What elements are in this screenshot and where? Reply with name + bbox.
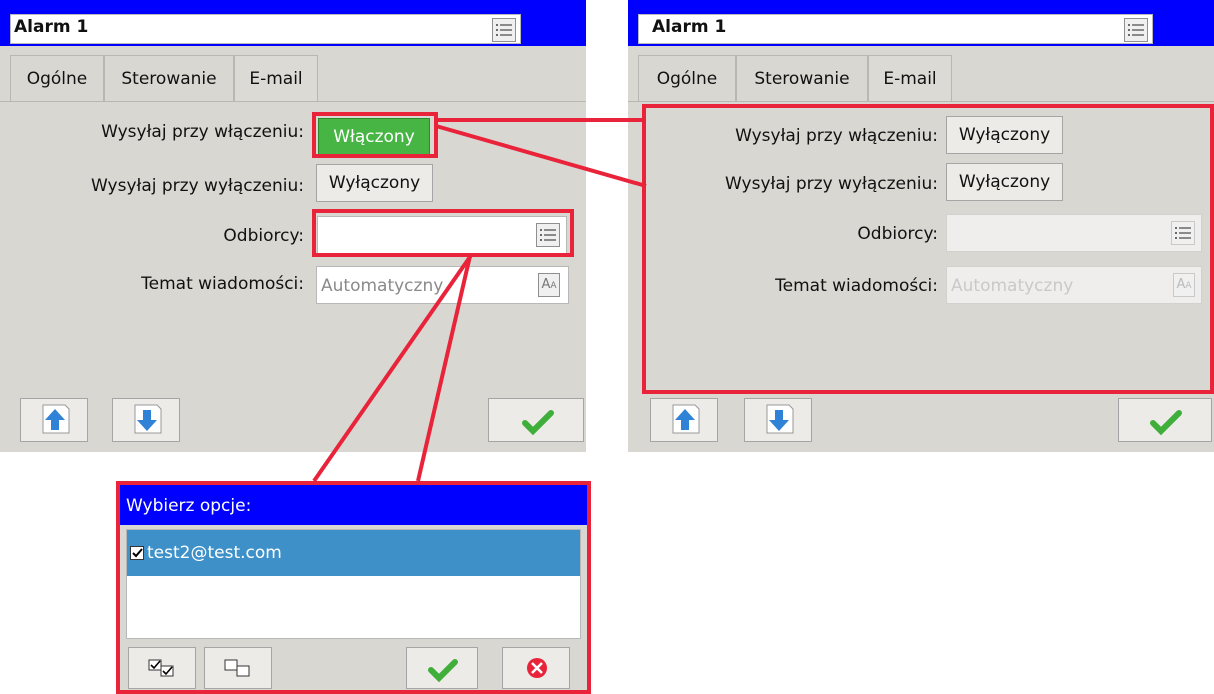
highlight-popup [116,481,591,694]
highlight-right-form [642,104,1214,394]
highlight-send-on [312,112,438,158]
highlight-recipients [312,209,574,257]
